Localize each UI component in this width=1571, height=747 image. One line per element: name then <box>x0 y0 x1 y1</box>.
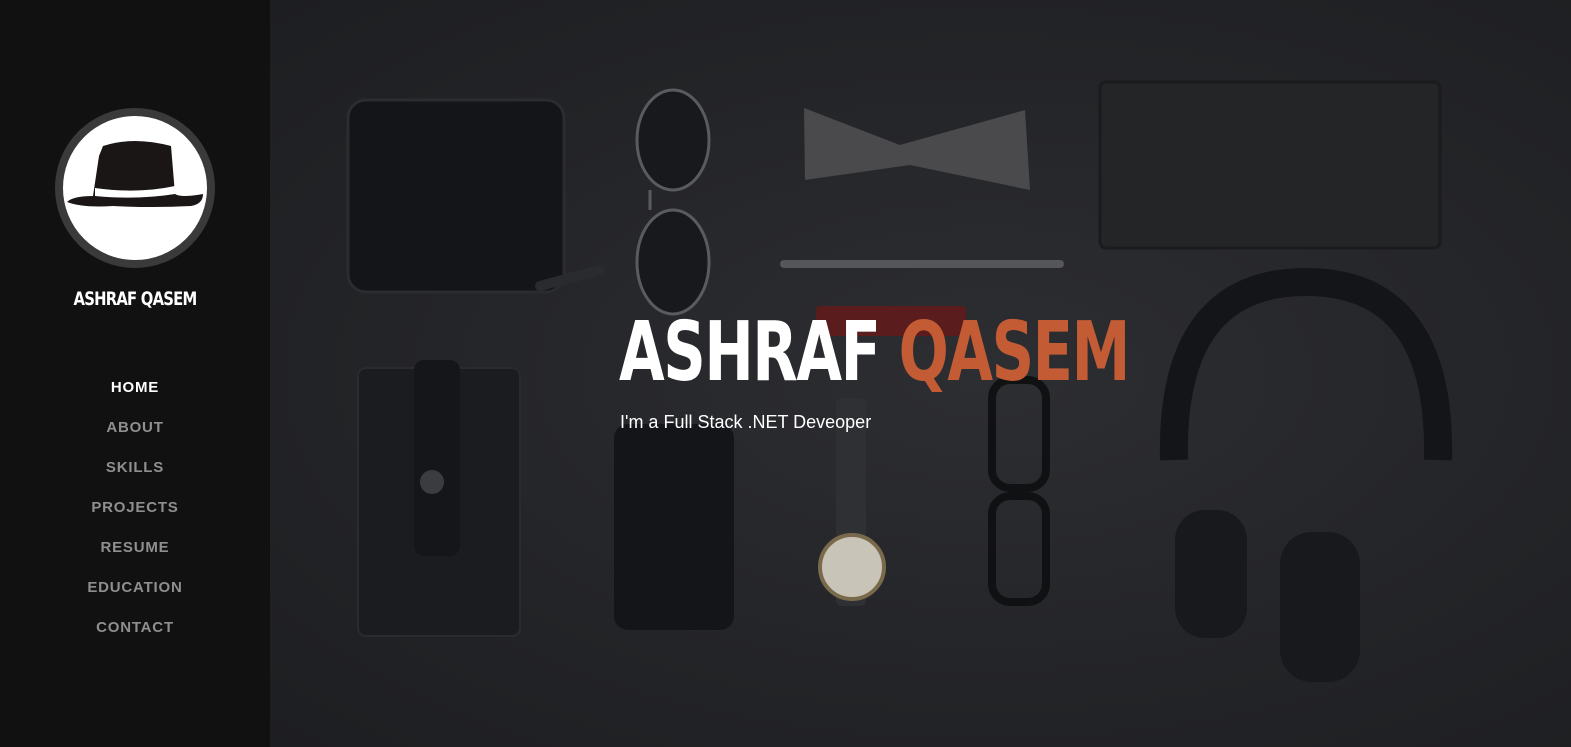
nav-item-home[interactable]: HOME <box>0 375 270 415</box>
fedora-hat-icon <box>67 141 203 207</box>
headphones-band <box>1159 267 1453 461</box>
headphones-cup-right <box>1280 532 1360 682</box>
nav-item-contact[interactable]: CONTACT <box>0 615 270 655</box>
nav-item-education[interactable]: EDUCATION <box>0 575 270 615</box>
main-nav: HOME ABOUT SKILLS PROJECTS RESUME EDUCAT… <box>0 375 270 655</box>
nav-item-resume[interactable]: RESUME <box>0 535 270 575</box>
phone-shape <box>614 424 734 630</box>
cardholder-button <box>420 470 444 494</box>
wallet-shape <box>346 98 566 294</box>
hero-last-name: QASEM <box>898 305 1131 400</box>
nav-item-projects[interactable]: PROJECTS <box>0 495 270 535</box>
avatar[interactable] <box>55 108 215 268</box>
sunglasses-lens-bottom <box>635 208 711 316</box>
eyeglasses-lens-bottom <box>988 492 1050 606</box>
cardholder-strap <box>414 360 460 556</box>
sidebar: ASHRAF QASEM HOME ABOUT SKILLS PROJECTS … <box>0 0 270 747</box>
nav-item-skills[interactable]: SKILLS <box>0 455 270 495</box>
watch-face <box>818 533 886 601</box>
site-name[interactable]: ASHRAF QASEM <box>30 288 241 310</box>
hero-subtitle: I'm a Full Stack .NET Deveoper <box>620 412 872 432</box>
sunglasses-lens-top <box>635 88 711 192</box>
hero-section: ASHRAF QASEM I'm a Full Stack .NET Deveo… <box>270 0 1571 747</box>
pen-shape <box>780 260 1064 268</box>
hero-first-name: ASHRAF <box>619 305 881 400</box>
bow-tie-shape <box>804 108 1030 190</box>
nav-item-about[interactable]: ABOUT <box>0 415 270 455</box>
headphones-cup-left <box>1175 510 1247 638</box>
notebook-shape <box>1098 80 1442 250</box>
hero-title: ASHRAF QASEM <box>619 312 1130 394</box>
